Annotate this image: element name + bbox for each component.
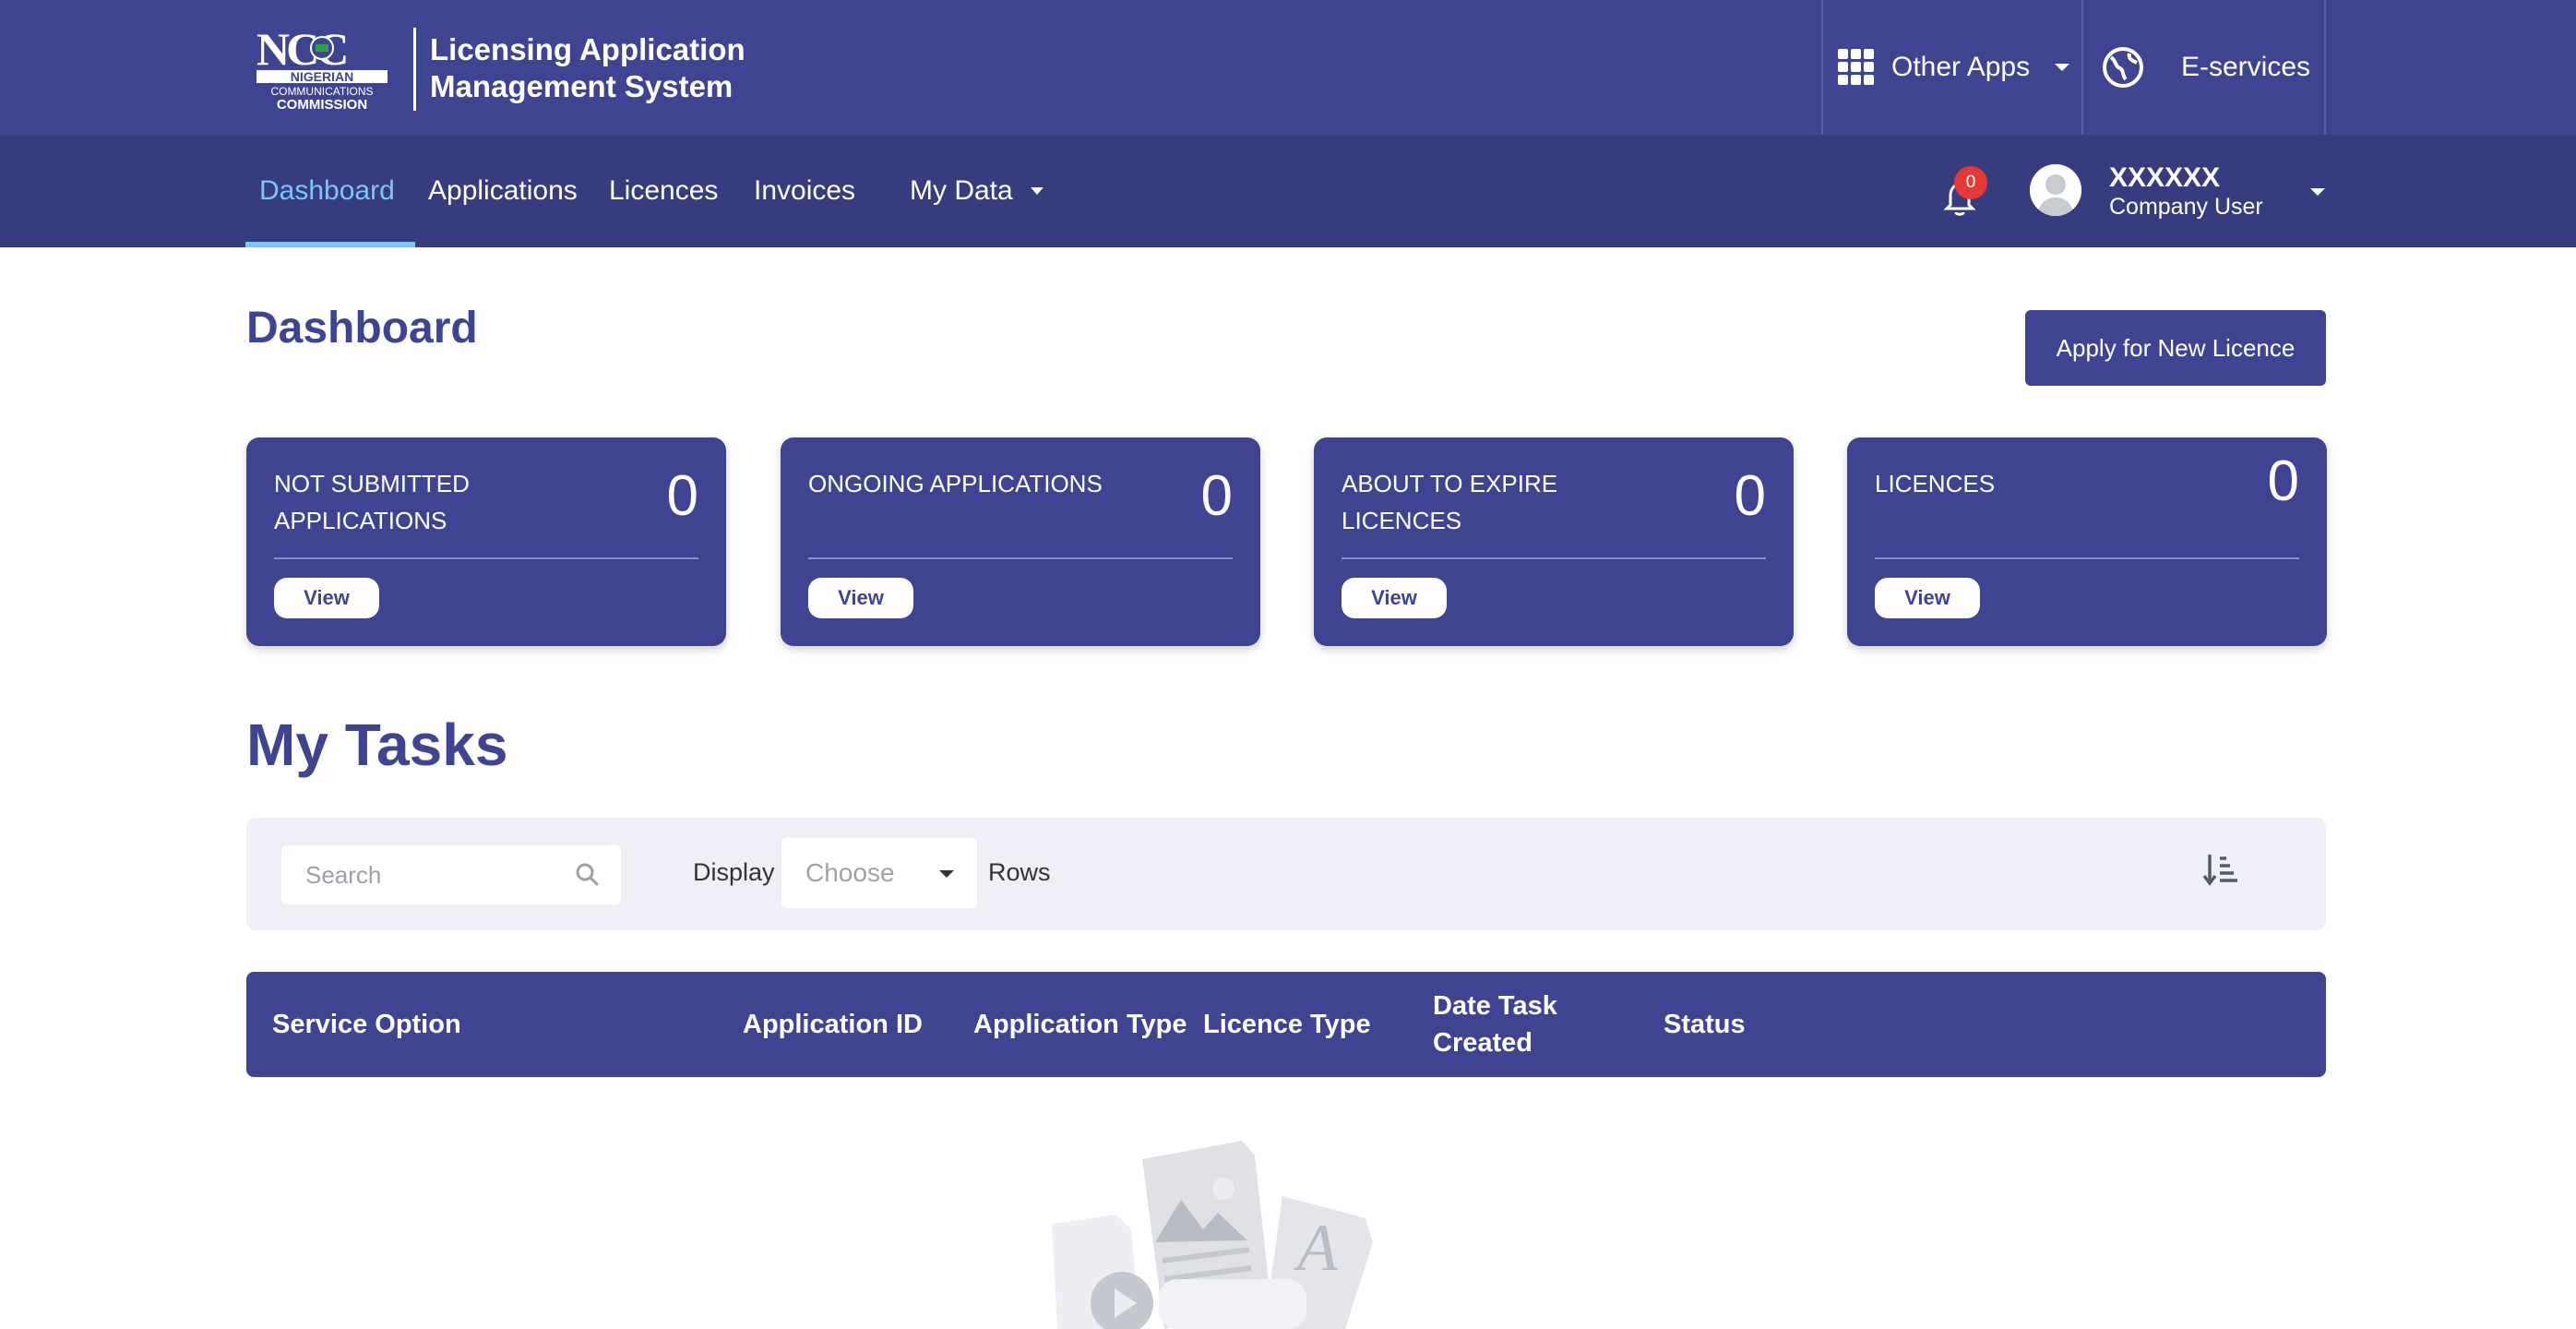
avatar[interactable] xyxy=(2030,164,2081,216)
chevron-down-icon xyxy=(2055,64,2070,71)
other-apps-menu[interactable]: Other Apps xyxy=(1823,0,2081,135)
card-divider xyxy=(1875,557,2299,559)
card-count: 0 xyxy=(1200,464,1233,528)
search-icon[interactable] xyxy=(575,862,601,888)
active-tab-indicator xyxy=(245,242,415,247)
tasks-table-header: Service Option Application ID Applicatio… xyxy=(246,972,2326,1077)
svg-text:NIGERIAN: NIGERIAN xyxy=(291,69,353,84)
display-label: Display xyxy=(693,858,775,886)
card-divider xyxy=(1342,557,1766,559)
nav-my-data-label: My Data xyxy=(910,175,1013,206)
card-label: LICENCES xyxy=(1875,470,1996,497)
col-licence-type[interactable]: Licence Type xyxy=(1203,1006,1371,1043)
logo-divider xyxy=(413,28,416,111)
svg-text:COMMISSION: COMMISSION xyxy=(277,97,367,111)
nav-dashboard[interactable]: Dashboard xyxy=(259,135,395,247)
card-count: 0 xyxy=(2267,449,2299,513)
card-label: ONGOING APPLICATIONS xyxy=(808,470,1103,497)
app-title: Licensing Application Management System xyxy=(430,31,745,105)
chevron-down-icon xyxy=(939,870,954,878)
nav-applications[interactable]: Applications xyxy=(428,135,578,247)
svg-text:A: A xyxy=(1294,1211,1339,1285)
card-count: 0 xyxy=(666,464,698,528)
nav-licences[interactable]: Licences xyxy=(609,135,718,247)
view-button[interactable]: View xyxy=(1342,578,1447,618)
globe-icon xyxy=(2103,47,2143,88)
app-title-line2: Management System xyxy=(430,69,733,103)
stat-card-licences: LICENCES 0 View xyxy=(1847,437,2327,646)
user-role: Company User xyxy=(2109,194,2263,220)
search-input[interactable] xyxy=(281,845,567,904)
card-label: NOT SUBMITTED APPLICATIONS xyxy=(274,470,470,534)
rows-label: Rows xyxy=(988,858,1051,886)
tasks-filter-bar: Display Choose Rows xyxy=(246,818,2326,930)
ncc-logo[interactable]: NCC NIGERIAN COMMUNICATIONS COMMISSION xyxy=(255,24,389,111)
notification-badge: 0 xyxy=(1954,166,1987,199)
eservices-label: E-services xyxy=(2181,52,2311,82)
empty-state-illustration: A xyxy=(1052,1141,1373,1329)
app-title-line1: Licensing Application xyxy=(430,32,745,66)
search-box xyxy=(281,845,621,904)
stat-card-ongoing: ONGOING APPLICATIONS 0 View xyxy=(781,437,1260,646)
col-status[interactable]: Status xyxy=(1664,1006,1746,1043)
card-divider xyxy=(274,557,698,559)
top-header: NCC NIGERIAN COMMUNICATIONS COMMISSION L… xyxy=(0,0,2576,135)
nav-invoices[interactable]: Invoices xyxy=(754,135,855,247)
col-application-id[interactable]: Application ID xyxy=(743,1006,923,1043)
view-button[interactable]: View xyxy=(274,578,379,618)
card-label: ABOUT TO EXPIRE LICENCES xyxy=(1342,470,1558,534)
page-title: Dashboard xyxy=(246,304,478,353)
col-service-option[interactable]: Service Option xyxy=(272,1006,461,1043)
chevron-down-icon xyxy=(1030,187,1044,195)
card-divider xyxy=(808,557,1233,559)
document-icon xyxy=(1052,1215,1153,1329)
section-title-my-tasks: My Tasks xyxy=(246,712,508,778)
view-button[interactable]: View xyxy=(808,578,913,618)
header-divider xyxy=(2324,0,2326,135)
rows-select-value: Choose xyxy=(805,858,895,887)
stat-card-about-to-expire: ABOUT TO EXPIRE LICENCES 0 View xyxy=(1314,437,1794,646)
grid-icon xyxy=(1838,49,1874,85)
card-count: 0 xyxy=(1734,464,1766,528)
other-apps-label: Other Apps xyxy=(1891,52,2031,82)
col-date-task-created[interactable]: Date Task Created xyxy=(1433,988,1580,1061)
eservices-link[interactable]: E-services xyxy=(2083,0,2325,135)
col-application-type[interactable]: Application Type xyxy=(973,1006,1187,1043)
chevron-down-icon[interactable] xyxy=(2307,181,2329,203)
rows-per-page-select[interactable]: Choose xyxy=(781,838,977,908)
stat-card-not-submitted: NOT SUBMITTED APPLICATIONS 0 View xyxy=(246,437,726,646)
user-name: XXXXXX xyxy=(2109,162,2221,193)
sort-icon[interactable] xyxy=(2202,851,2239,888)
user-icon xyxy=(2030,164,2081,216)
apply-new-licence-button[interactable]: Apply for New Licence xyxy=(2025,310,2326,386)
nav-my-data[interactable]: My Data xyxy=(910,135,1044,247)
svg-text:COMMUNICATIONS: COMMUNICATIONS xyxy=(270,85,373,98)
view-button[interactable]: View xyxy=(1875,578,1980,618)
